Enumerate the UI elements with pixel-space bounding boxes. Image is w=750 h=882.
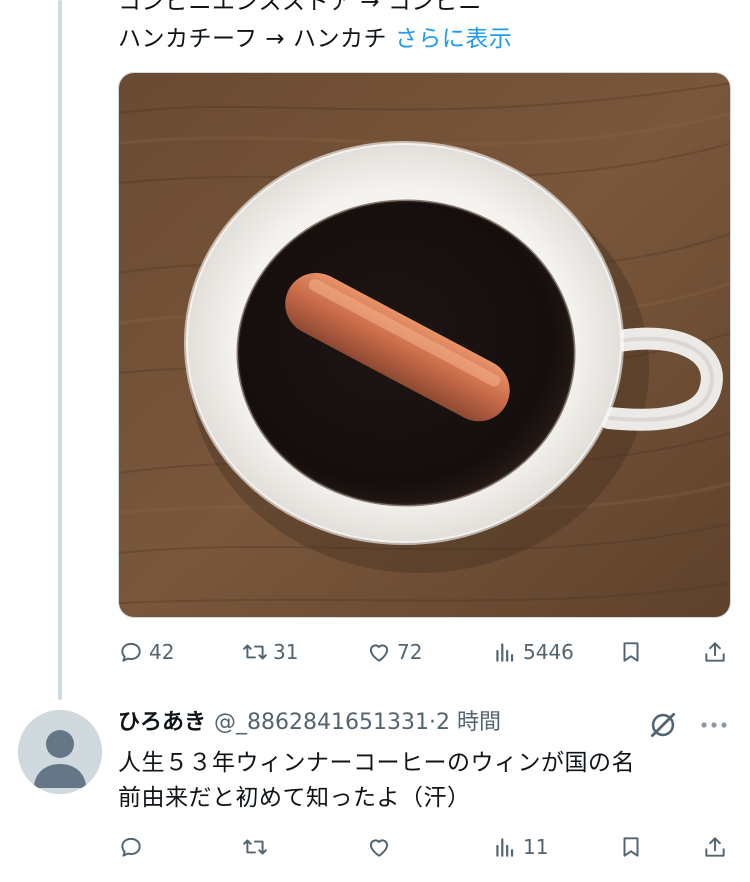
thread-connector-line <box>58 0 62 700</box>
bookmark-icon <box>623 642 639 662</box>
reply-timestamp[interactable]: 2 時間 <box>436 710 501 735</box>
bookmark-icon <box>623 837 639 857</box>
speech-bubble-icon <box>121 837 141 857</box>
repost-count: 31 <box>273 640 299 664</box>
more-options-button[interactable] <box>698 714 730 736</box>
tweet-action-bar: 42 31 72 5446 <box>118 632 730 672</box>
reply-header: ひろあき @_8862841651331·2 時間 <box>118 708 501 738</box>
reply-repost-button[interactable] <box>242 827 268 867</box>
reply-text: 人生５３年ウィンナーコーヒーのウィンが国の名 前由来だと初めて知ったよ（汗） <box>118 750 635 811</box>
grok-icon <box>650 712 676 738</box>
coffee-with-sausage-photo <box>119 73 730 617</box>
bookmark-button[interactable] <box>618 632 644 672</box>
reply-reply-button[interactable] <box>118 827 144 867</box>
tweet-text-line-2: ハンカチーフ → ハンカチ さらに表示 <box>118 24 512 54</box>
bar-chart-icon <box>496 838 514 857</box>
header-separator: · <box>428 710 436 735</box>
reply-action-bar: 11 <box>118 827 730 867</box>
bar-chart-icon <box>496 643 514 662</box>
reply-button[interactable]: 42 <box>118 632 174 672</box>
reply-count: 42 <box>149 640 175 664</box>
views-count: 5446 <box>523 640 574 664</box>
default-avatar-icon <box>18 710 102 794</box>
speech-bubble-icon <box>121 642 141 662</box>
share-upload-icon <box>705 837 725 857</box>
repost-arrows-icon <box>243 839 267 855</box>
like-button[interactable]: 72 <box>366 632 422 672</box>
tweet-text-line-2-content: ハンカチーフ → ハンカチ <box>118 26 388 52</box>
reply-views-count: 11 <box>523 835 549 859</box>
reply-share-button[interactable] <box>702 827 728 867</box>
repost-arrows-icon <box>243 644 267 660</box>
share-upload-icon <box>705 642 725 662</box>
reply-handle[interactable]: @_8862841651331 <box>214 710 429 735</box>
reply-bookmark-button[interactable] <box>618 827 644 867</box>
reply-views-button[interactable]: 11 <box>492 827 548 867</box>
reply-display-name[interactable]: ひろあき <box>118 710 206 735</box>
show-more-link[interactable]: さらに表示 <box>395 26 513 52</box>
heart-icon <box>369 644 389 662</box>
grok-button[interactable] <box>646 708 680 742</box>
more-dots-icon <box>701 722 727 728</box>
heart-icon <box>369 839 389 857</box>
like-count: 72 <box>397 640 423 664</box>
reply-avatar[interactable] <box>18 710 102 794</box>
repost-button[interactable]: 31 <box>242 632 298 672</box>
reply-like-button[interactable] <box>366 827 392 867</box>
views-button[interactable]: 5446 <box>492 632 574 672</box>
tweet-text-line-1: コンビニエンスストア → コンビニ <box>118 0 482 15</box>
tweet-photo[interactable] <box>118 72 731 618</box>
share-button[interactable] <box>702 632 728 672</box>
